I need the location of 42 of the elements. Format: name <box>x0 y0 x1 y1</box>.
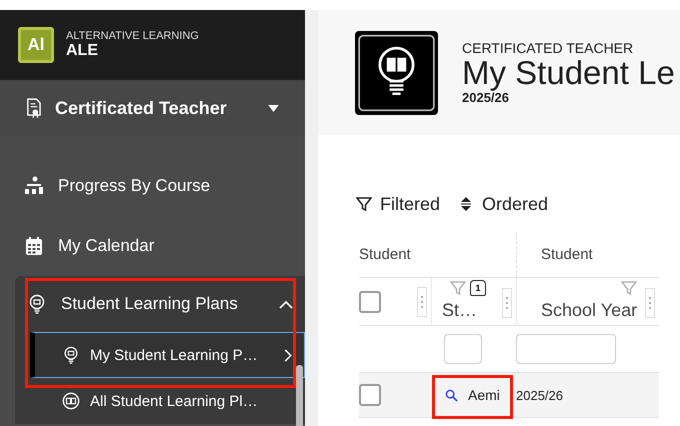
filter-field[interactable] <box>516 334 616 364</box>
chevron-icon <box>279 300 293 308</box>
page-title: My Student Le <box>462 56 675 90</box>
lightbulb-book-icon <box>355 30 438 114</box>
sidebar-subitem[interactable]: All Student Learning Pl… <box>30 378 305 424</box>
column-header[interactable]: St… <box>442 300 478 321</box>
filter-icon[interactable] <box>450 280 466 296</box>
sidebar-item[interactable]: Progress By Course <box>0 156 305 216</box>
sidebar-group-header[interactable]: Student Learning Plans <box>15 276 305 332</box>
filter-icon <box>356 196 372 212</box>
chevron-right-icon <box>284 348 292 362</box>
sidebar-item[interactable]: My Calendar <box>0 216 305 276</box>
app-title: ALE <box>66 42 99 60</box>
column-group-header: Student <box>516 232 659 278</box>
column-resize-handle[interactable] <box>417 286 427 316</box>
column-header[interactable]: School Year <box>541 300 638 321</box>
school-year-label: 2025/26 <box>462 90 510 106</box>
column-resize-handle[interactable] <box>502 288 512 318</box>
app-subtitle: ALTERNATIVE LEARNING <box>66 30 199 42</box>
order-button[interactable]: Ordered <box>458 192 548 216</box>
sidebar-subitem[interactable]: My Student Learning P… <box>30 332 305 378</box>
scrollbar <box>296 365 303 426</box>
page-subtitle: CERTIFICATED TEACHER <box>462 40 634 56</box>
column-resize-handle[interactable] <box>645 288 655 318</box>
column-group-header: Student <box>359 232 516 278</box>
row-checkbox[interactable] <box>359 384 381 406</box>
calendar-icon <box>24 236 44 256</box>
sort-order-badge[interactable]: 1 <box>470 280 486 296</box>
lightbulb-icon <box>62 346 80 364</box>
filter-icon[interactable] <box>621 280 637 296</box>
book-icon <box>62 392 80 410</box>
select-all-checkbox[interactable] <box>359 290 381 312</box>
lightbulb-icon <box>27 294 47 314</box>
table-cell: Aemi <box>468 387 500 403</box>
chart-icon <box>24 176 44 196</box>
app-logo: Al <box>18 27 54 63</box>
search-icon[interactable] <box>445 388 458 402</box>
filter-button[interactable]: Filtered <box>356 192 440 216</box>
filter-field[interactable] <box>444 334 482 364</box>
table-cell: 2025/26 <box>516 388 563 402</box>
caret-icon <box>268 104 279 112</box>
certificate-icon <box>26 98 41 118</box>
